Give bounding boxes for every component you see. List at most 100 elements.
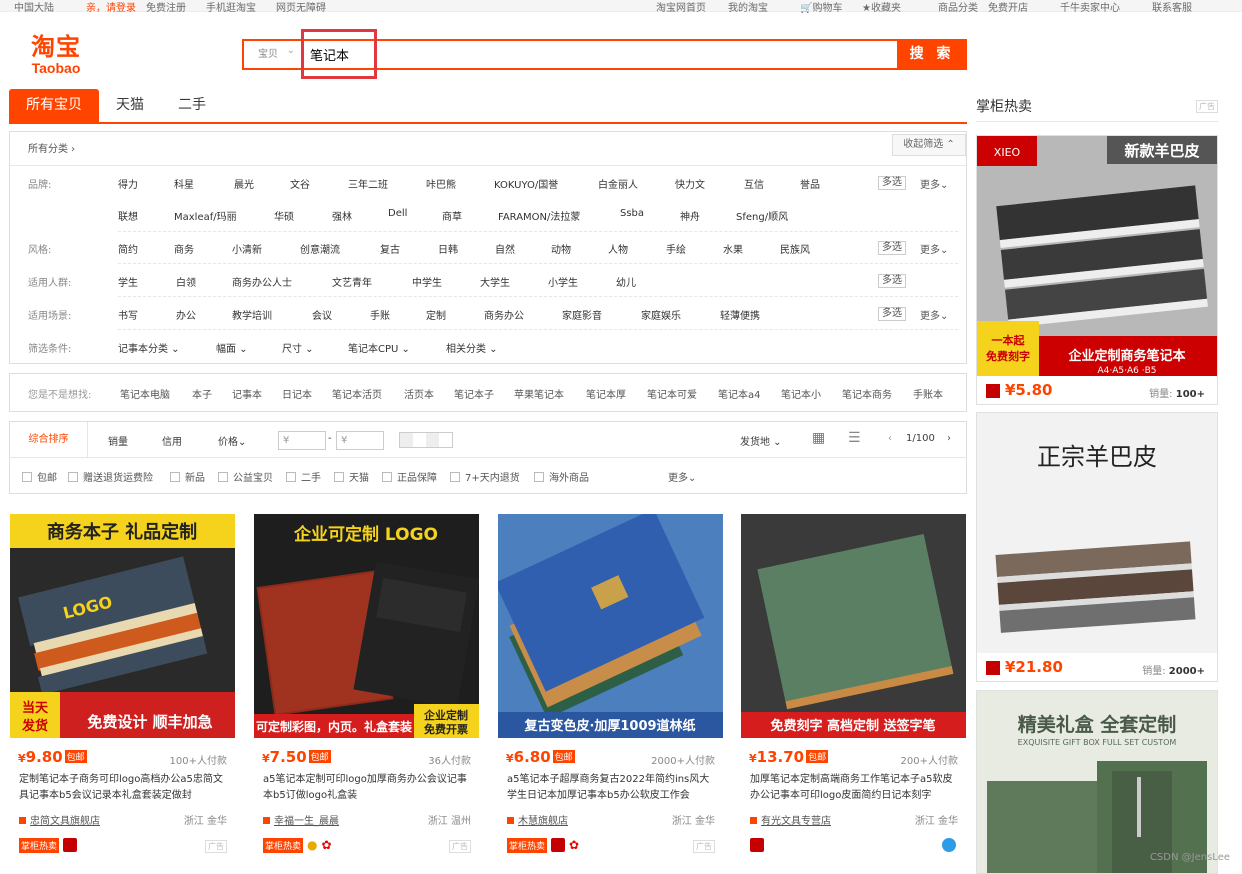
filter-option[interactable]: 创意潮流 bbox=[300, 241, 340, 256]
checkbox-charity[interactable]: 公益宝贝 bbox=[218, 469, 273, 484]
related-link[interactable]: 记事本 bbox=[232, 386, 262, 401]
sidebar-product-image[interactable]: 正宗羊巴皮 bbox=[977, 413, 1217, 653]
filter-option[interactable]: 办公 bbox=[176, 307, 196, 322]
seller-center-link[interactable]: 千牛卖家中心 bbox=[1060, 0, 1120, 14]
product-image[interactable]: 企业可定制 LOGO 可定制彩图，内页。礼盒套装 企业定制 免费开票 bbox=[254, 514, 479, 738]
multi-select-button[interactable]: 多选 bbox=[878, 241, 906, 255]
product-card[interactable]: 商务本子 礼品定制 LOGO 当天 发货 免费设计 顺丰加急 ¥9.80 包邮 100+人… bbox=[10, 514, 235, 864]
more-checks-button[interactable]: 更多⌄ bbox=[668, 469, 696, 484]
grid-view-icon[interactable]: ▦ bbox=[812, 430, 825, 446]
multi-select-button[interactable]: 多选 bbox=[878, 176, 906, 190]
filter-option[interactable]: 水果 bbox=[723, 241, 743, 256]
related-link[interactable]: 日记本 bbox=[282, 386, 312, 401]
related-link[interactable]: 笔记本厚 bbox=[586, 386, 626, 401]
filter-option[interactable]: 会议 bbox=[312, 307, 332, 322]
product-image[interactable]: 免费刻字 高档定制 送签字笔 bbox=[741, 514, 966, 738]
service-link[interactable]: 联系客服 bbox=[1152, 0, 1192, 14]
sort-sales[interactable]: 销量 bbox=[108, 433, 128, 448]
filter-option[interactable]: 家庭娱乐 bbox=[641, 307, 681, 322]
filter-option[interactable]: 咔巴熊 bbox=[426, 176, 456, 191]
filter-option[interactable]: 定制 bbox=[426, 307, 446, 322]
filter-option[interactable]: 幼儿 bbox=[616, 274, 636, 289]
prev-page-icon[interactable]: ‹ bbox=[888, 433, 892, 444]
product-title[interactable]: a5笔记本子超厚商务复古2022年简约ins风大学生日记本加厚记事本b5办公软皮… bbox=[507, 772, 719, 804]
sidebar-product[interactable]: 精美礼盒 全套定制 EXQUISITE GIFT BOX FULL SET CUS… bbox=[976, 690, 1218, 874]
filter-option[interactable]: 人物 bbox=[608, 241, 628, 256]
sidebar-product-image[interactable]: 精美礼盒 全套定制 EXQUISITE GIFT BOX FULL SET CUS… bbox=[977, 691, 1217, 874]
filter-option[interactable]: 日韩 bbox=[438, 241, 458, 256]
sidebar-product-image[interactable]: 新款羊巴皮 XIEO 一本起免费刻字 企业定制商务笔记本 A4·A5·A6 ·B5 bbox=[977, 136, 1217, 376]
filter-option[interactable]: 快力文 bbox=[675, 176, 705, 191]
checkbox-return-insurance[interactable]: 赠送退货运费险 bbox=[68, 469, 153, 484]
filter-option[interactable]: 手绘 bbox=[666, 241, 686, 256]
filter-option[interactable]: 商草 bbox=[442, 208, 462, 223]
condition-dropdown[interactable]: 尺寸 ⌄ bbox=[282, 340, 314, 355]
related-link[interactable]: 本子 bbox=[192, 386, 212, 401]
price-min-input[interactable]: ¥ bbox=[278, 431, 326, 450]
sidebar-product[interactable]: 新款羊巴皮 XIEO 一本起 免费刻字 企业定制商务笔记本 A4·A5·A6 ·B5 ¥5… bbox=[976, 135, 1218, 405]
my-taobao-link[interactable]: 我的淘宝 bbox=[728, 0, 768, 14]
related-link[interactable]: 笔记本可爱 bbox=[647, 386, 697, 401]
search-button[interactable]: 搜 索 bbox=[897, 39, 967, 70]
search-input[interactable] bbox=[300, 41, 897, 68]
filter-option[interactable]: 三年二班 bbox=[348, 176, 388, 191]
price-range-slider[interactable] bbox=[399, 432, 453, 448]
filter-option[interactable]: 手账 bbox=[370, 307, 390, 322]
related-link[interactable]: 笔记本活页 bbox=[332, 386, 382, 401]
filter-option[interactable]: 强林 bbox=[332, 208, 352, 223]
filter-option[interactable]: 誉品 bbox=[800, 176, 820, 191]
filter-option[interactable]: 书写 bbox=[118, 307, 138, 322]
tab-tmall[interactable]: 天猫 bbox=[99, 89, 161, 122]
related-link[interactable]: 苹果笔记本 bbox=[514, 386, 564, 401]
product-card[interactable]: 免费刻字 高档定制 送签字笔 ¥13.70 包邮 200+人付款 加厚笔记本定制高… bbox=[741, 514, 966, 864]
filter-option[interactable]: 中学生 bbox=[412, 274, 442, 289]
shop-link[interactable]: 木慧旗舰店 bbox=[507, 812, 568, 827]
open-shop-link[interactable]: 免费开店 bbox=[988, 0, 1028, 14]
collapse-filter-button[interactable]: 收起筛选 ⌃ bbox=[892, 134, 966, 156]
filter-option[interactable]: 自然 bbox=[495, 241, 515, 256]
mobile-link[interactable]: 手机逛淘宝 bbox=[206, 0, 256, 14]
filter-option[interactable]: Sfeng/顺风 bbox=[736, 208, 788, 223]
all-categories-link[interactable]: 所有分类 › bbox=[28, 140, 75, 155]
filter-option[interactable]: 华硕 bbox=[274, 208, 294, 223]
cart-link[interactable]: 🛒购物车 bbox=[800, 0, 842, 14]
product-image[interactable]: 复古变色皮·加厚1009道林纸 bbox=[498, 514, 723, 738]
filter-option[interactable]: KOKUYO/国誉 bbox=[494, 176, 558, 191]
filter-option[interactable]: Ssba bbox=[620, 208, 644, 219]
filter-option[interactable]: 动物 bbox=[551, 241, 571, 256]
more-button[interactable]: 更多⌄ bbox=[920, 307, 948, 322]
search-scope-select[interactable]: 宝贝 bbox=[244, 37, 300, 68]
filter-option[interactable]: 商务办公 bbox=[484, 307, 524, 322]
condition-dropdown[interactable]: 幅面 ⌄ bbox=[216, 340, 248, 355]
tab-all[interactable]: 所有宝贝 bbox=[9, 89, 99, 122]
filter-option[interactable]: 大学生 bbox=[480, 274, 510, 289]
price-max-input[interactable]: ¥ bbox=[336, 431, 384, 450]
multi-select-button[interactable]: 多选 bbox=[878, 274, 906, 288]
category-link[interactable]: 商品分类 bbox=[938, 0, 978, 14]
checkbox-new[interactable]: 新品 bbox=[170, 469, 205, 484]
filter-option[interactable]: 文艺青年 bbox=[332, 274, 372, 289]
product-title[interactable]: 加厚笔记本定制高端商务工作笔记本子a5软皮办公记事本可印logo皮面简约日记本刻… bbox=[750, 772, 962, 804]
filter-option[interactable]: 小清新 bbox=[232, 241, 262, 256]
checkbox-secondhand[interactable]: 二手 bbox=[286, 469, 321, 484]
filter-option[interactable]: 商务 bbox=[174, 241, 194, 256]
filter-option[interactable]: 商务办公人士 bbox=[232, 274, 292, 289]
register-link[interactable]: 免费注册 bbox=[146, 0, 186, 14]
checkbox-free-shipping[interactable]: 包邮 bbox=[22, 469, 57, 484]
filter-option[interactable]: 教学培训 bbox=[232, 307, 272, 322]
checkbox-tmall[interactable]: 天猫 bbox=[334, 469, 369, 484]
more-button[interactable]: 更多⌄ bbox=[920, 241, 948, 256]
condition-dropdown[interactable]: 记事本分类 ⌄ bbox=[118, 340, 180, 355]
filter-option[interactable]: 文谷 bbox=[290, 176, 310, 191]
shop-link[interactable]: 幸福一生_晨晨 bbox=[263, 812, 339, 827]
checkbox-overseas[interactable]: 海外商品 bbox=[534, 469, 589, 484]
filter-option[interactable]: 神舟 bbox=[680, 208, 700, 223]
filter-option[interactable]: 民族风 bbox=[780, 241, 810, 256]
filter-option[interactable]: FARAMON/法拉蒙 bbox=[498, 208, 580, 223]
tab-secondhand[interactable]: 二手 bbox=[161, 89, 223, 122]
filter-option[interactable]: 得力 bbox=[118, 176, 138, 191]
product-title[interactable]: a5笔记本定制可印logo加厚商务办公会议记事本b5订做logo礼盒装 bbox=[263, 772, 475, 804]
filter-option[interactable]: 简约 bbox=[118, 241, 138, 256]
related-link[interactable]: 笔记本a4 bbox=[718, 386, 761, 401]
access-link[interactable]: 网页无障碍 bbox=[276, 0, 326, 14]
